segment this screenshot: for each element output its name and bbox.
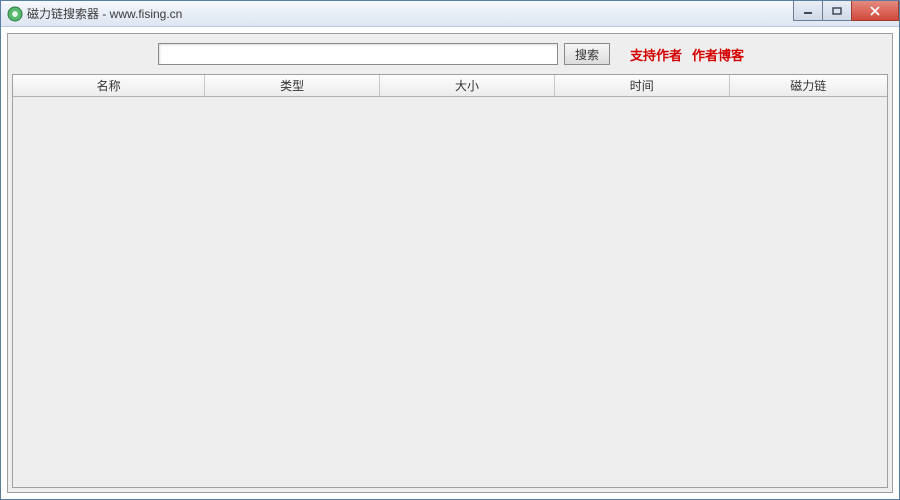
- app-icon: [7, 6, 23, 22]
- close-button[interactable]: [851, 1, 899, 21]
- search-bar: 搜索 支持作者 作者博客: [8, 34, 892, 74]
- support-author-link[interactable]: 支持作者: [630, 45, 682, 64]
- minimize-button[interactable]: [793, 1, 823, 21]
- col-header-size[interactable]: 大小: [380, 75, 555, 96]
- search-button[interactable]: 搜索: [564, 43, 610, 65]
- maximize-button[interactable]: [822, 1, 852, 21]
- results-table: 名称 类型 大小 时间 磁力链: [12, 74, 888, 488]
- search-input[interactable]: [158, 43, 558, 65]
- close-icon: [869, 6, 881, 16]
- app-window: 磁力链搜索器 - www.fising.cn 搜索 支持作者 作者博客: [0, 0, 900, 500]
- window-title: 磁力链搜索器 - www.fising.cn: [27, 5, 182, 22]
- table-body: [13, 97, 887, 487]
- col-header-magnet[interactable]: 磁力链: [730, 75, 887, 96]
- main-panel: 搜索 支持作者 作者博客 名称 类型 大小 时间 磁力链: [7, 33, 893, 493]
- col-header-name[interactable]: 名称: [13, 75, 205, 96]
- minimize-icon: [803, 7, 813, 15]
- table-header-row: 名称 类型 大小 时间 磁力链: [13, 75, 887, 97]
- maximize-icon: [832, 7, 842, 15]
- col-header-type[interactable]: 类型: [205, 75, 380, 96]
- content-area: 搜索 支持作者 作者博客 名称 类型 大小 时间 磁力链: [1, 27, 899, 499]
- window-controls: [794, 1, 899, 21]
- titlebar[interactable]: 磁力链搜索器 - www.fising.cn: [1, 1, 899, 27]
- col-header-time[interactable]: 时间: [555, 75, 730, 96]
- author-blog-link[interactable]: 作者博客: [692, 45, 744, 64]
